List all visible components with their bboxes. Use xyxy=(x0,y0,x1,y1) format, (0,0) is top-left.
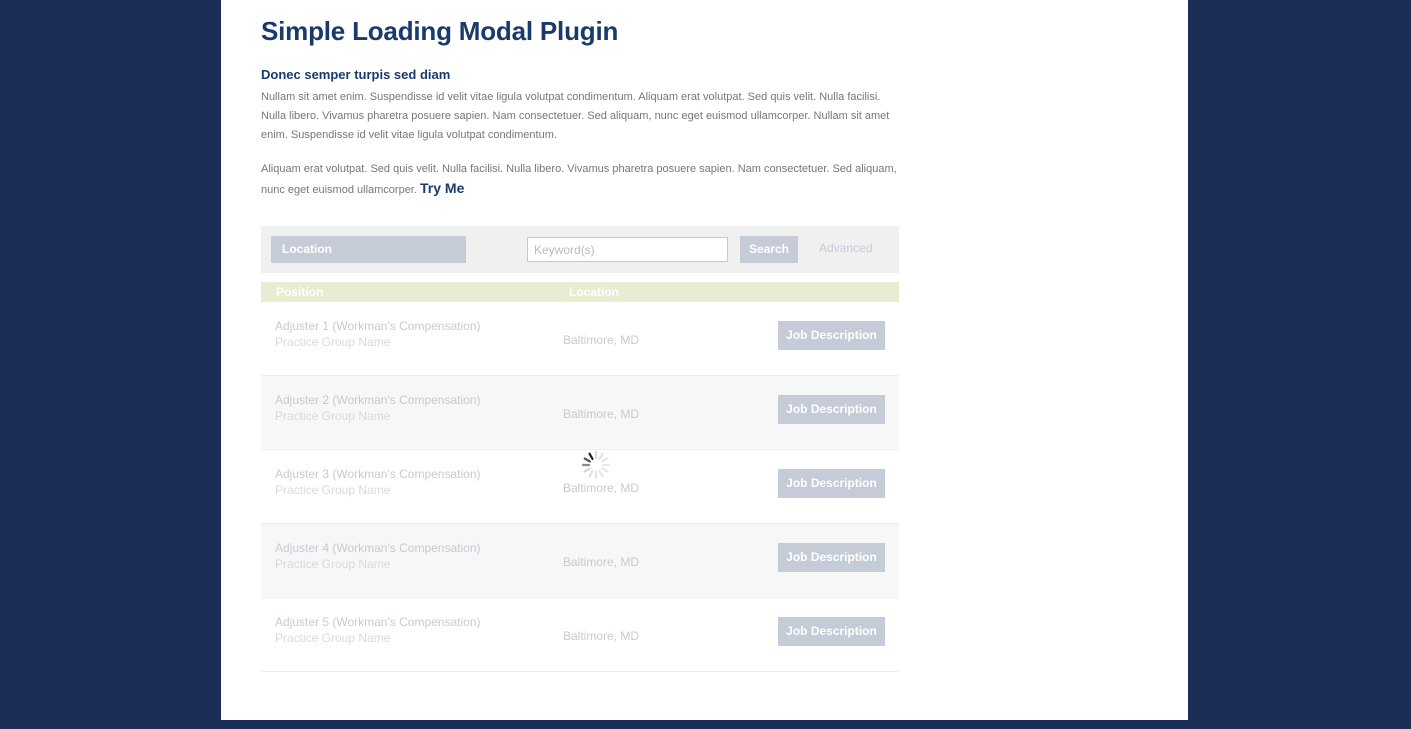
job-description-button[interactable]: Job Description xyxy=(778,617,885,646)
job-list: Adjuster 1 (Workman's Compensation) Prac… xyxy=(261,302,899,672)
page-title: Simple Loading Modal Plugin xyxy=(261,16,619,46)
job-location: Baltimore, MD xyxy=(563,333,640,347)
table-row: Adjuster 5 (Workman's Compensation) Prac… xyxy=(261,598,899,672)
table-row: Adjuster 1 (Workman's Compensation) Prac… xyxy=(261,302,899,376)
job-location: Baltimore, MD xyxy=(563,555,640,569)
page-container: Simple Loading Modal Plugin Donec semper… xyxy=(221,0,1188,720)
practice-group: Practice Group Name xyxy=(275,631,391,645)
job-title: Adjuster 5 (Workman's Compensation) xyxy=(275,615,481,629)
keyword-input[interactable] xyxy=(527,237,728,262)
table-header: Position Location xyxy=(261,282,899,302)
practice-group: Practice Group Name xyxy=(275,483,391,497)
practice-group: Practice Group Name xyxy=(275,335,391,349)
advanced-search-link[interactable]: Advanced xyxy=(819,241,872,255)
location-select[interactable]: Location xyxy=(271,236,466,263)
job-location: Baltimore, MD xyxy=(563,407,640,421)
job-description-button[interactable]: Job Description xyxy=(778,321,885,350)
job-title: Adjuster 1 (Workman's Compensation) xyxy=(275,319,481,333)
table-row: Adjuster 4 (Workman's Compensation) Prac… xyxy=(261,524,899,598)
job-location: Baltimore, MD xyxy=(563,481,640,495)
practice-group: Practice Group Name xyxy=(275,409,391,423)
loading-spinner-icon xyxy=(581,450,611,480)
job-location: Baltimore, MD xyxy=(563,629,640,643)
job-title: Adjuster 3 (Workman's Compensation) xyxy=(275,467,481,481)
search-button[interactable]: Search xyxy=(740,236,798,263)
job-description-button[interactable]: Job Description xyxy=(778,395,885,424)
practice-group: Practice Group Name xyxy=(275,557,391,571)
search-bar: Location Search Advanced xyxy=(261,226,899,273)
column-header-position: Position xyxy=(276,285,324,299)
job-description-button[interactable]: Job Description xyxy=(778,469,885,498)
column-header-location: Location xyxy=(569,285,619,299)
job-title: Adjuster 4 (Workman's Compensation) xyxy=(275,541,481,555)
try-me-link[interactable]: Try Me xyxy=(420,180,464,196)
second-paragraph-text: Aliquam erat volutpat. Sed quis velit. N… xyxy=(261,163,897,196)
job-title: Adjuster 2 (Workman's Compensation) xyxy=(275,393,481,407)
table-row: Adjuster 2 (Workman's Compensation) Prac… xyxy=(261,376,899,450)
section-subtitle: Donec semper turpis sed diam xyxy=(261,67,451,82)
second-paragraph: Aliquam erat volutpat. Sed quis velit. N… xyxy=(261,160,901,200)
intro-paragraph: Nullam sit amet enim. Suspendisse id vel… xyxy=(261,91,890,141)
job-description-button[interactable]: Job Description xyxy=(778,543,885,572)
